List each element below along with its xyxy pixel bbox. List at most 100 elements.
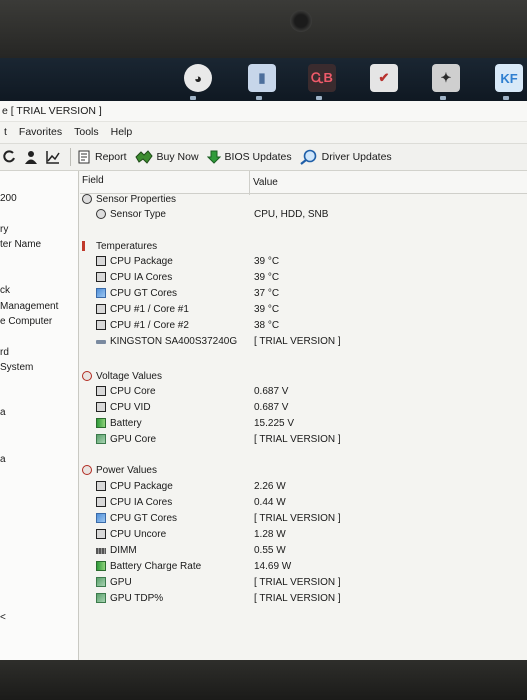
refresh-button[interactable] (2, 150, 20, 164)
sensor-group-row[interactable]: Sensor Properties (80, 192, 520, 207)
sensor-row[interactable]: CPU Package 2.26 W (80, 479, 520, 494)
field-label: GPU (110, 577, 132, 588)
field-value: [ TRIAL VERSION ] (254, 577, 341, 588)
app-window: e [ TRIAL VERSION ] t Favorites Tools He… (0, 101, 527, 660)
field-value: 0.44 W (254, 497, 286, 508)
tree-item[interactable]: Management (0, 301, 58, 312)
sensor-row[interactable]: KINGSTON SA400S37240G [ TRIAL VERSION ] (80, 334, 520, 349)
field-value: 1.28 W (254, 529, 286, 540)
menu-tools[interactable]: Tools (74, 126, 99, 138)
field-value: 2.26 W (254, 481, 286, 492)
battery-icon (96, 418, 106, 428)
field-label: CPU IA Cores (110, 272, 173, 283)
sensor-row[interactable]: CPU GT Cores [ TRIAL VERSION ] (80, 511, 520, 526)
sensor-row[interactable]: DIMM 0.55 W (80, 543, 520, 558)
column-header: Field Value (80, 171, 527, 194)
dimm-icon (96, 548, 106, 554)
menu-file[interactable]: t (4, 126, 7, 138)
report-button[interactable]: Report (77, 150, 127, 164)
taskbar-indicator (256, 96, 262, 100)
graph-button[interactable] (46, 150, 64, 164)
sensor-row[interactable]: CPU Core 0.687 V (80, 384, 520, 399)
field-value: 0.687 V (254, 386, 289, 397)
thermometer-icon (82, 241, 91, 251)
sensor-row[interactable]: GPU [ TRIAL VERSION ] (80, 575, 520, 590)
driver-updates-button[interactable]: Driver Updates (299, 149, 392, 165)
tree-item[interactable]: ck (0, 285, 10, 296)
monitor-bezel (0, 0, 527, 58)
sensor-row[interactable]: CPU #1 / Core #2 38 °C (80, 318, 520, 333)
tree-item[interactable]: ter Name (0, 239, 41, 250)
monitor-bezel-bottom (0, 660, 527, 700)
menu-help[interactable]: Help (111, 126, 133, 138)
field-label: Power Values (96, 465, 157, 476)
field-label: CPU IA Cores (110, 497, 173, 508)
app-icon-4[interactable]: ✔ (370, 64, 398, 92)
sensor-group-row[interactable]: Temperatures (80, 239, 520, 254)
sensor-row[interactable]: CPU IA Cores 39 °C (80, 270, 520, 285)
sensor-row[interactable]: CPU VID 0.687 V (80, 400, 520, 415)
field-label: DIMM (110, 545, 137, 556)
field-label: CPU Package (110, 481, 173, 492)
field-label: CPU Uncore (110, 529, 167, 540)
field-value: 39 °C (254, 256, 280, 267)
field-label: CPU #1 / Core #2 (110, 320, 189, 331)
field-label: CPU #1 / Core #1 (110, 304, 189, 315)
taskbar-indicator (190, 96, 196, 100)
tree-item[interactable]: ry (0, 224, 8, 235)
app-icon-3[interactable]: ᏩB (308, 64, 336, 92)
taskbar-indicator (503, 96, 509, 100)
user-button[interactable] (24, 150, 42, 164)
tree-item[interactable]: 200 (0, 193, 17, 204)
field-value: [ TRIAL VERSION ] (254, 336, 341, 347)
app-icon-2[interactable]: ▮ (248, 64, 276, 92)
field-value: 38 °C (254, 320, 280, 331)
sensor-row[interactable]: CPU GT Cores 37 °C (80, 286, 520, 301)
tree-item[interactable]: < (0, 612, 6, 623)
sensor-row[interactable]: Battery Charge Rate 14.69 W (80, 559, 520, 574)
field-value: 0.687 V (254, 402, 289, 413)
field-label: GPU TDP% (110, 593, 164, 604)
sensor-row[interactable]: Sensor Type CPU, HDD, SNB (80, 207, 520, 222)
value-column-header[interactable]: Value (253, 177, 278, 188)
report-icon (78, 150, 90, 164)
cpu-chip-icon (96, 320, 106, 330)
cpu-chip-icon (96, 304, 106, 314)
sensor-row[interactable]: CPU Package 39 °C (80, 254, 520, 269)
sensor-row[interactable]: CPU IA Cores 0.44 W (80, 495, 520, 510)
menu-favorites[interactable]: Favorites (19, 126, 62, 138)
cpu-chip-icon (96, 497, 106, 507)
tree-item[interactable]: a (0, 454, 6, 465)
app-icon-6[interactable]: KF (495, 64, 523, 92)
window-title: e [ TRIAL VERSION ] (0, 101, 527, 122)
field-label: CPU GT Cores (110, 288, 178, 299)
tree-item[interactable]: rd (0, 347, 9, 358)
sensor-row[interactable]: CPU Uncore 1.28 W (80, 527, 520, 542)
power-icon (82, 465, 92, 475)
field-label: Sensor Type (110, 209, 166, 220)
field-value: CPU, HDD, SNB (254, 209, 329, 220)
chart-icon (46, 151, 60, 164)
sensor-group-row[interactable]: Voltage Values (80, 369, 520, 384)
voltage-icon (82, 371, 92, 381)
bios-updates-button[interactable]: BIOS Updates (206, 150, 292, 164)
sensor-row[interactable]: CPU #1 / Core #1 39 °C (80, 302, 520, 317)
navigation-tree: 200 ry ter Name ck Management e Computer… (0, 171, 79, 660)
field-label: Battery (110, 418, 142, 429)
user-icon (25, 151, 37, 164)
bios-updates-label: BIOS Updates (224, 151, 292, 163)
sensor-row[interactable]: GPU Core [ TRIAL VERSION ] (80, 432, 520, 447)
app-icon-5[interactable]: ✦ (432, 64, 460, 92)
field-value: 39 °C (254, 304, 280, 315)
sensor-group-row[interactable]: Power Values (80, 463, 520, 478)
buy-now-button[interactable]: Buy Now (134, 150, 199, 164)
app-icon-1[interactable]: ◕ (184, 64, 212, 92)
tree-item[interactable]: System (0, 362, 33, 373)
sensor-row[interactable]: GPU TDP% [ TRIAL VERSION ] (80, 591, 520, 606)
field-column-header[interactable]: Field (82, 175, 104, 186)
tree-item[interactable]: e Computer (0, 316, 52, 327)
tree-item[interactable]: a (0, 407, 6, 418)
sensor-row[interactable]: Battery 15.225 V (80, 416, 520, 431)
taskbar-indicator (440, 96, 446, 100)
cpu-chip-icon (96, 272, 106, 282)
